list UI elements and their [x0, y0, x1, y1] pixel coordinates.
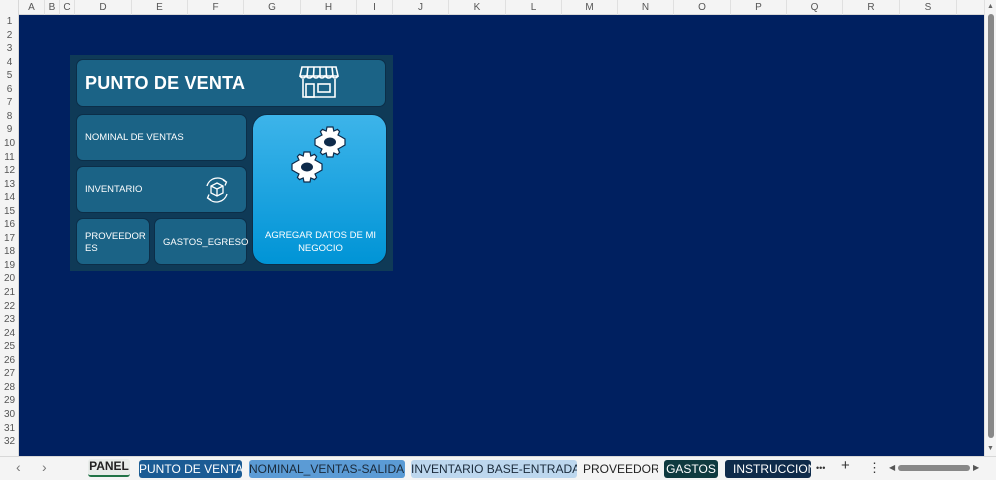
column-header-p[interactable]: P [731, 0, 787, 15]
vertical-scroll-thumb[interactable] [988, 14, 994, 438]
dashboard-title: PUNTO DE VENTA [85, 73, 246, 93]
horizontal-scrollbar[interactable]: ◀ ▶ [889, 463, 981, 473]
agregar-datos-label-line2: NEGOCIO [298, 243, 343, 254]
row-header-9[interactable]: 9 [0, 123, 19, 137]
row-header-32[interactable]: 32 [0, 435, 19, 449]
row-header-5[interactable]: 5 [0, 69, 19, 83]
column-header-i[interactable]: I [357, 0, 393, 15]
column-header-bar: ABCDEFGHIJKLMNOPQRS [0, 0, 984, 15]
row-header-23[interactable]: 23 [0, 313, 19, 327]
more-tabs-icon[interactable]: ••• [816, 463, 825, 473]
row-header-1[interactable]: 1 [0, 15, 19, 29]
inventario-button[interactable]: INVENTARIO [76, 166, 247, 213]
row-header-10[interactable]: 10 [0, 137, 19, 151]
column-header-l[interactable]: L [506, 0, 562, 15]
worksheet-grid[interactable]: PUNTO DE VENTA NOMINAL DE VENTAS INVENTA… [19, 15, 984, 456]
tab-inventario-base-entradas[interactable]: INVENTARIO BASE-ENTRADAS [411, 460, 577, 478]
agregar-datos-button[interactable]: AGREGAR DATOS DE MI NEGOCIO [252, 114, 387, 265]
row-header-17[interactable]: 17 [0, 232, 19, 246]
gastos-egreso-button[interactable]: GASTOS_EGRESO [154, 218, 249, 265]
column-header-q[interactable]: Q [787, 0, 843, 15]
row-header-22[interactable]: 22 [0, 300, 19, 314]
scroll-down-icon[interactable]: ▼ [987, 445, 994, 452]
column-header-e[interactable]: E [132, 0, 188, 15]
tab-gastos[interactable]: GASTOS [664, 460, 718, 478]
sheet-tab-bar: ‹ › PANEL PUNTO DE VENTA NOMINAL_VENTAS-… [0, 456, 996, 480]
row-header-24[interactable]: 24 [0, 327, 19, 341]
dashboard-panel: PUNTO DE VENTA NOMINAL DE VENTAS INVENTA… [70, 55, 393, 271]
title-banner[interactable]: PUNTO DE VENTA [76, 59, 386, 107]
tab-next-icon[interactable]: › [42, 459, 47, 475]
column-header-s[interactable]: S [900, 0, 957, 15]
column-header-f[interactable]: F [188, 0, 244, 15]
tab-instrucciones[interactable]: INSTRUCCIONES [725, 460, 811, 478]
row-header-3[interactable]: 3 [0, 42, 19, 56]
sheet-options-icon[interactable]: ⋮ [868, 460, 881, 476]
select-all-corner[interactable] [0, 0, 19, 15]
inventory-cycle-icon [201, 174, 233, 211]
column-header-h[interactable]: H [301, 0, 357, 15]
row-header-7[interactable]: 7 [0, 96, 19, 110]
proveedores-label-line1: PROVEEDOR [85, 231, 146, 242]
scroll-up-icon[interactable]: ▲ [987, 3, 994, 10]
proveedores-button[interactable]: PROVEEDOR ES [76, 218, 150, 265]
column-header-o[interactable]: O [674, 0, 731, 15]
store-icon [299, 65, 339, 104]
row-header-21[interactable]: 21 [0, 286, 19, 300]
row-header-6[interactable]: 6 [0, 83, 19, 97]
column-header-m[interactable]: M [562, 0, 618, 15]
nominal-ventas-button[interactable]: NOMINAL DE VENTAS [76, 114, 247, 161]
row-header-15[interactable]: 15 [0, 205, 19, 219]
add-sheet-icon[interactable]: + [841, 457, 850, 474]
column-header-a[interactable]: A [19, 0, 45, 15]
row-header-11[interactable]: 11 [0, 151, 19, 165]
row-header-18[interactable]: 18 [0, 245, 19, 259]
proveedores-label-line2: ES [85, 243, 98, 254]
column-header-r[interactable]: R [843, 0, 900, 15]
agregar-datos-label: AGREGAR DATOS DE MI NEGOCIO [259, 229, 382, 255]
row-header-8[interactable]: 8 [0, 110, 19, 124]
column-header-g[interactable]: G [244, 0, 301, 15]
row-header-13[interactable]: 13 [0, 178, 19, 192]
vertical-scrollbar[interactable]: ▲ ▼ [984, 0, 996, 456]
row-header-14[interactable]: 14 [0, 191, 19, 205]
gastos-egreso-label: GASTOS_EGRESO [163, 237, 249, 248]
agregar-datos-label-line1: AGREGAR DATOS DE MI [264, 230, 377, 241]
inventario-label: INVENTARIO [85, 184, 143, 195]
row-header-20[interactable]: 20 [0, 272, 19, 286]
horizontal-scroll-thumb[interactable] [898, 465, 970, 471]
row-header-2[interactable]: 2 [0, 29, 19, 43]
tab-punto-de-venta[interactable]: PUNTO DE VENTA [139, 460, 242, 478]
column-header-b[interactable]: B [45, 0, 60, 15]
column-header-k[interactable]: K [449, 0, 506, 15]
row-header-19[interactable]: 19 [0, 259, 19, 273]
row-header-25[interactable]: 25 [0, 340, 19, 354]
column-header-d[interactable]: D [75, 0, 132, 15]
scroll-left-icon[interactable]: ◀ [889, 463, 895, 472]
tab-prev-icon[interactable]: ‹ [16, 459, 21, 475]
scroll-right-icon[interactable]: ▶ [973, 463, 979, 472]
column-header-n[interactable]: N [618, 0, 674, 15]
excel-window: ABCDEFGHIJKLMNOPQRS 1 2 3 4 5 6 7 8 9 10 11 12 13 14 1… [0, 0, 996, 480]
row-header-bar: 1 2 3 4 5 6 7 8 9 10 11 12 13 14 15 16 17 18 19 20 21 22 23 24 2… [0, 15, 19, 456]
row-header-28[interactable]: 28 [0, 381, 19, 395]
row-header-4[interactable]: 4 [0, 56, 19, 70]
row-header-26[interactable]: 26 [0, 354, 19, 368]
row-header-12[interactable]: 12 [0, 164, 19, 178]
tab-nominal-ventas-salidas[interactable]: NOMINAL_VENTAS-SALIDAS [249, 460, 405, 478]
tab-panel[interactable]: PANEL [88, 459, 130, 477]
row-header-16[interactable]: 16 [0, 218, 19, 232]
tab-proveedor[interactable]: PROVEEDOR [583, 460, 658, 478]
nominal-ventas-label: NOMINAL DE VENTAS [85, 132, 184, 143]
column-header-c[interactable]: C [60, 0, 75, 15]
row-header-31[interactable]: 31 [0, 422, 19, 436]
row-header-29[interactable]: 29 [0, 394, 19, 408]
row-header-27[interactable]: 27 [0, 367, 19, 381]
gears-icon [278, 125, 358, 190]
column-header-j[interactable]: J [393, 0, 449, 15]
proveedores-label: PROVEEDOR ES [85, 231, 146, 255]
row-header-30[interactable]: 30 [0, 408, 19, 422]
